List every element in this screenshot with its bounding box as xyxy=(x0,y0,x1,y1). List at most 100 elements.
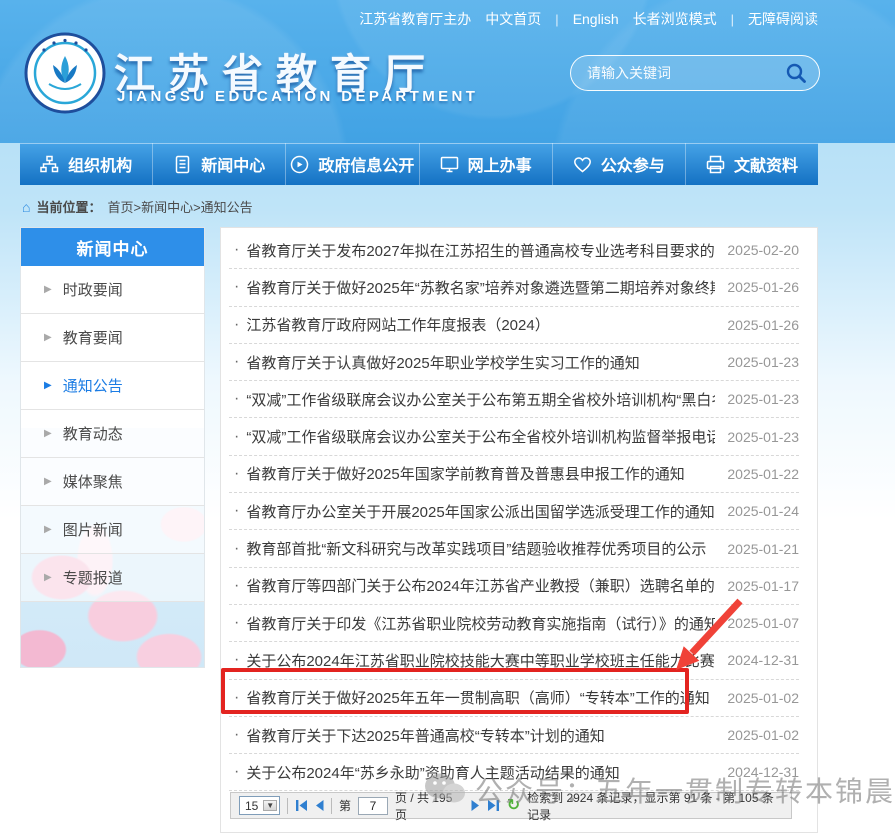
first-page-button[interactable] xyxy=(295,800,308,811)
bullet-icon: · xyxy=(234,651,239,669)
breadcrumb-path[interactable]: 首页>新闻中心>通知公告 xyxy=(107,197,252,216)
org-chart-icon xyxy=(40,155,59,174)
news-row[interactable]: · 省教育厅关于发布2027年拟在江苏招生的普通高校专业选考科目要求的公告 20… xyxy=(229,232,799,269)
topbar-link-accessibility[interactable]: 无障碍阅读 xyxy=(748,9,818,29)
news-row[interactable]: · 省教育厅关于印发《江苏省职业院校劳动教育实施指南（试行）》的通知 2025-… xyxy=(229,605,799,642)
breadcrumb: ⌂ 当前位置： 首页>新闻中心>通知公告 xyxy=(22,197,253,216)
sidebar-item-photo-news[interactable]: ▶ 图片新闻 xyxy=(21,506,204,554)
news-title[interactable]: 省教育厅关于印发《江苏省职业院校劳动教育实施指南（试行）》的通知 xyxy=(246,613,715,634)
news-title[interactable]: 关于公布2024年江苏省职业院校技能大赛中等职业学校班主任能力比赛获奖... xyxy=(246,650,715,671)
triangle-icon: ▶ xyxy=(44,332,52,343)
news-title[interactable]: 省教育厅关于做好2025年国家学前教育普及普惠县申报工作的通知 xyxy=(246,463,715,484)
news-row[interactable]: · 教育部首批“新文科研究与改革实践项目”结题验收推荐优秀项目的公示 2025-… xyxy=(229,530,799,567)
prev-page-button[interactable] xyxy=(315,800,324,811)
topbar-link-elder-mode[interactable]: 长者浏览模式 xyxy=(633,9,717,29)
news-row[interactable]: · 省教育厅关于认真做好2025年职业学校学生实习工作的通知 2025-01-2… xyxy=(229,344,799,381)
sidebar-item-education-news[interactable]: ▶ 教育要闻 xyxy=(21,314,204,362)
bullet-icon: · xyxy=(234,577,239,595)
nav-item-organization[interactable]: 组织机构 xyxy=(20,143,153,185)
news-title[interactable]: 省教育厅办公室关于开展2025年国家公派出国留学选派受理工作的通知 xyxy=(246,501,715,522)
header-banner: 江苏省教育厅主办 中文首页 | English 长者浏览模式 | 无障碍阅读 江… xyxy=(0,0,895,143)
sidebar-item-current-politics[interactable]: ▶ 时政要闻 xyxy=(21,266,204,314)
bullet-icon: · xyxy=(234,726,239,744)
refresh-icon[interactable]: ↻ xyxy=(507,798,520,814)
sidebar-item-notices[interactable]: ▶ 通知公告 xyxy=(21,362,204,410)
news-title[interactable]: “双减”工作省级联席会议办公室关于公布全省校外培训机构监督举报电话的公... xyxy=(246,426,715,447)
page-label-suffix: 页 / 共 195 页 xyxy=(395,789,464,823)
news-title[interactable]: “双减”工作省级联席会议办公室关于公布第五期全省校外培训机构“黑白名单... xyxy=(246,389,715,410)
heart-icon xyxy=(573,155,592,174)
news-title[interactable]: 省教育厅关于做好2025年“苏教名家”培养对象遴选暨第二期培养对象终期... xyxy=(246,277,715,298)
search-input[interactable] xyxy=(587,65,785,81)
news-date: 2025-01-24 xyxy=(727,503,799,519)
nav-label: 政府信息公开 xyxy=(318,152,414,176)
sidebar-item-label: 媒体聚焦 xyxy=(63,471,123,492)
news-title[interactable]: 教育部首批“新文科研究与改革实践项目”结题验收推荐优秀项目的公示 xyxy=(246,538,715,559)
news-date: 2025-01-02 xyxy=(727,690,799,706)
pagination-summary: 检索到 2924 条记录，显示第 91 条 - 第 105 条记录 xyxy=(527,789,783,823)
page-size-select[interactable]: 15 ▼ xyxy=(239,796,280,815)
nav-item-public-participation[interactable]: 公众参与 xyxy=(553,143,686,185)
news-row[interactable]: · 省教育厅办公室关于开展2025年国家公派出国留学选派受理工作的通知 2025… xyxy=(229,493,799,530)
news-list-panel: · 省教育厅关于发布2027年拟在江苏招生的普通高校专业选考科目要求的公告 20… xyxy=(220,227,818,833)
news-date: 2025-01-26 xyxy=(727,279,799,295)
news-row[interactable]: · 江苏省教育厅政府网站工作年度报表（2024） 2025-01-26 xyxy=(229,307,799,344)
news-date: 2025-01-17 xyxy=(727,578,799,594)
bullet-icon: · xyxy=(234,241,239,259)
topbar-link-host[interactable]: 江苏省教育厅主办 xyxy=(359,9,471,29)
nav-label: 文献资料 xyxy=(734,152,798,176)
news-title[interactable]: 江苏省教育厅政府网站工作年度报表（2024） xyxy=(246,314,715,335)
next-page-button[interactable] xyxy=(471,800,480,811)
news-title[interactable]: 省教育厅关于做好2025年五年一贯制高职（高师）“专转本”工作的通知 xyxy=(246,687,715,708)
breadcrumb-prefix: 当前位置： xyxy=(36,197,101,216)
news-row[interactable]: · 关于公布2024年“苏乡永助”资助育人主题活动结果的通知 2024-12-3… xyxy=(229,754,799,791)
bullet-icon: · xyxy=(234,465,239,483)
news-row[interactable]: · 关于公布2024年江苏省职业院校技能大赛中等职业学校班主任能力比赛获奖...… xyxy=(229,642,799,679)
news-title[interactable]: 省教育厅关于下达2025年普通高校“专转本”计划的通知 xyxy=(246,725,715,746)
sidebar-item-education-trends[interactable]: ▶ 教育动态 xyxy=(21,410,204,458)
nav-item-online-service[interactable]: 网上办事 xyxy=(420,143,553,185)
topbar-link-english[interactable]: English xyxy=(573,11,619,27)
news-doc-icon xyxy=(173,155,192,174)
last-page-button[interactable] xyxy=(487,800,500,811)
sidebar-news-center: 新闻中心 ▶ 时政要闻 ▶ 教育要闻 ▶ 通知公告 ▶ 教育动态 ▶ 媒体聚焦 … xyxy=(20,227,205,668)
triangle-icon: ▶ xyxy=(44,524,52,535)
news-row[interactable]: · 省教育厅关于下达2025年普通高校“专转本”计划的通知 2025-01-02 xyxy=(229,717,799,754)
topbar-link-chinese-home[interactable]: 中文首页 xyxy=(485,9,541,29)
news-row-highlighted[interactable]: · 省教育厅关于做好2025年五年一贯制高职（高师）“专转本”工作的通知 202… xyxy=(229,680,799,717)
divider xyxy=(331,798,332,814)
news-title[interactable]: 省教育厅关于发布2027年拟在江苏招生的普通高校专业选考科目要求的公告 xyxy=(246,240,715,261)
bullet-icon: · xyxy=(234,316,239,334)
search-icon[interactable] xyxy=(785,62,807,84)
news-row[interactable]: · 省教育厅关于做好2025年国家学前教育普及普惠县申报工作的通知 2025-0… xyxy=(229,456,799,493)
sidebar-item-label: 专题报道 xyxy=(63,567,123,588)
page-size-value: 15 xyxy=(245,799,258,813)
nav-item-gov-info[interactable]: 政府信息公开 xyxy=(286,143,419,185)
sidebar-item-special-reports[interactable]: ▶ 专题报道 xyxy=(21,554,204,602)
sidebar-item-label: 时政要闻 xyxy=(63,279,123,300)
sidebar-item-label: 教育要闻 xyxy=(63,327,123,348)
divider xyxy=(287,798,288,814)
news-title[interactable]: 关于公布2024年“苏乡永助”资助育人主题活动结果的通知 xyxy=(246,762,715,783)
nav-item-documents[interactable]: 文献资料 xyxy=(686,143,818,185)
sidebar-item-media-focus[interactable]: ▶ 媒体聚焦 xyxy=(21,458,204,506)
page-label-prefix: 第 xyxy=(339,797,351,814)
page-number-input[interactable] xyxy=(358,797,388,815)
triangle-icon: ▶ xyxy=(44,476,52,487)
nav-label: 组织机构 xyxy=(68,152,132,176)
nav-item-news-center[interactable]: 新闻中心 xyxy=(153,143,286,185)
news-title[interactable]: 省教育厅关于认真做好2025年职业学校学生实习工作的通知 xyxy=(246,352,715,373)
news-row[interactable]: · “双减”工作省级联席会议办公室关于公布第五期全省校外培训机构“黑白名单...… xyxy=(229,381,799,418)
bullet-icon: · xyxy=(234,689,239,707)
news-date: 2025-01-26 xyxy=(727,317,799,333)
bullet-icon: · xyxy=(234,278,239,296)
news-date: 2025-01-02 xyxy=(727,727,799,743)
news-date: 2025-01-23 xyxy=(727,354,799,370)
topbar-divider: | xyxy=(731,12,734,27)
news-title[interactable]: 省教育厅等四部门关于公布2024年江苏省产业教授（兼职）选聘名单的通知 xyxy=(246,575,715,596)
triangle-icon: ▶ xyxy=(44,380,52,391)
news-row[interactable]: · 省教育厅关于做好2025年“苏教名家”培养对象遴选暨第二期培养对象终期...… xyxy=(229,269,799,306)
news-row[interactable]: · 省教育厅等四部门关于公布2024年江苏省产业教授（兼职）选聘名单的通知 20… xyxy=(229,568,799,605)
search-box xyxy=(570,55,820,91)
news-row[interactable]: · “双减”工作省级联席会议办公室关于公布全省校外培训机构监督举报电话的公...… xyxy=(229,418,799,455)
